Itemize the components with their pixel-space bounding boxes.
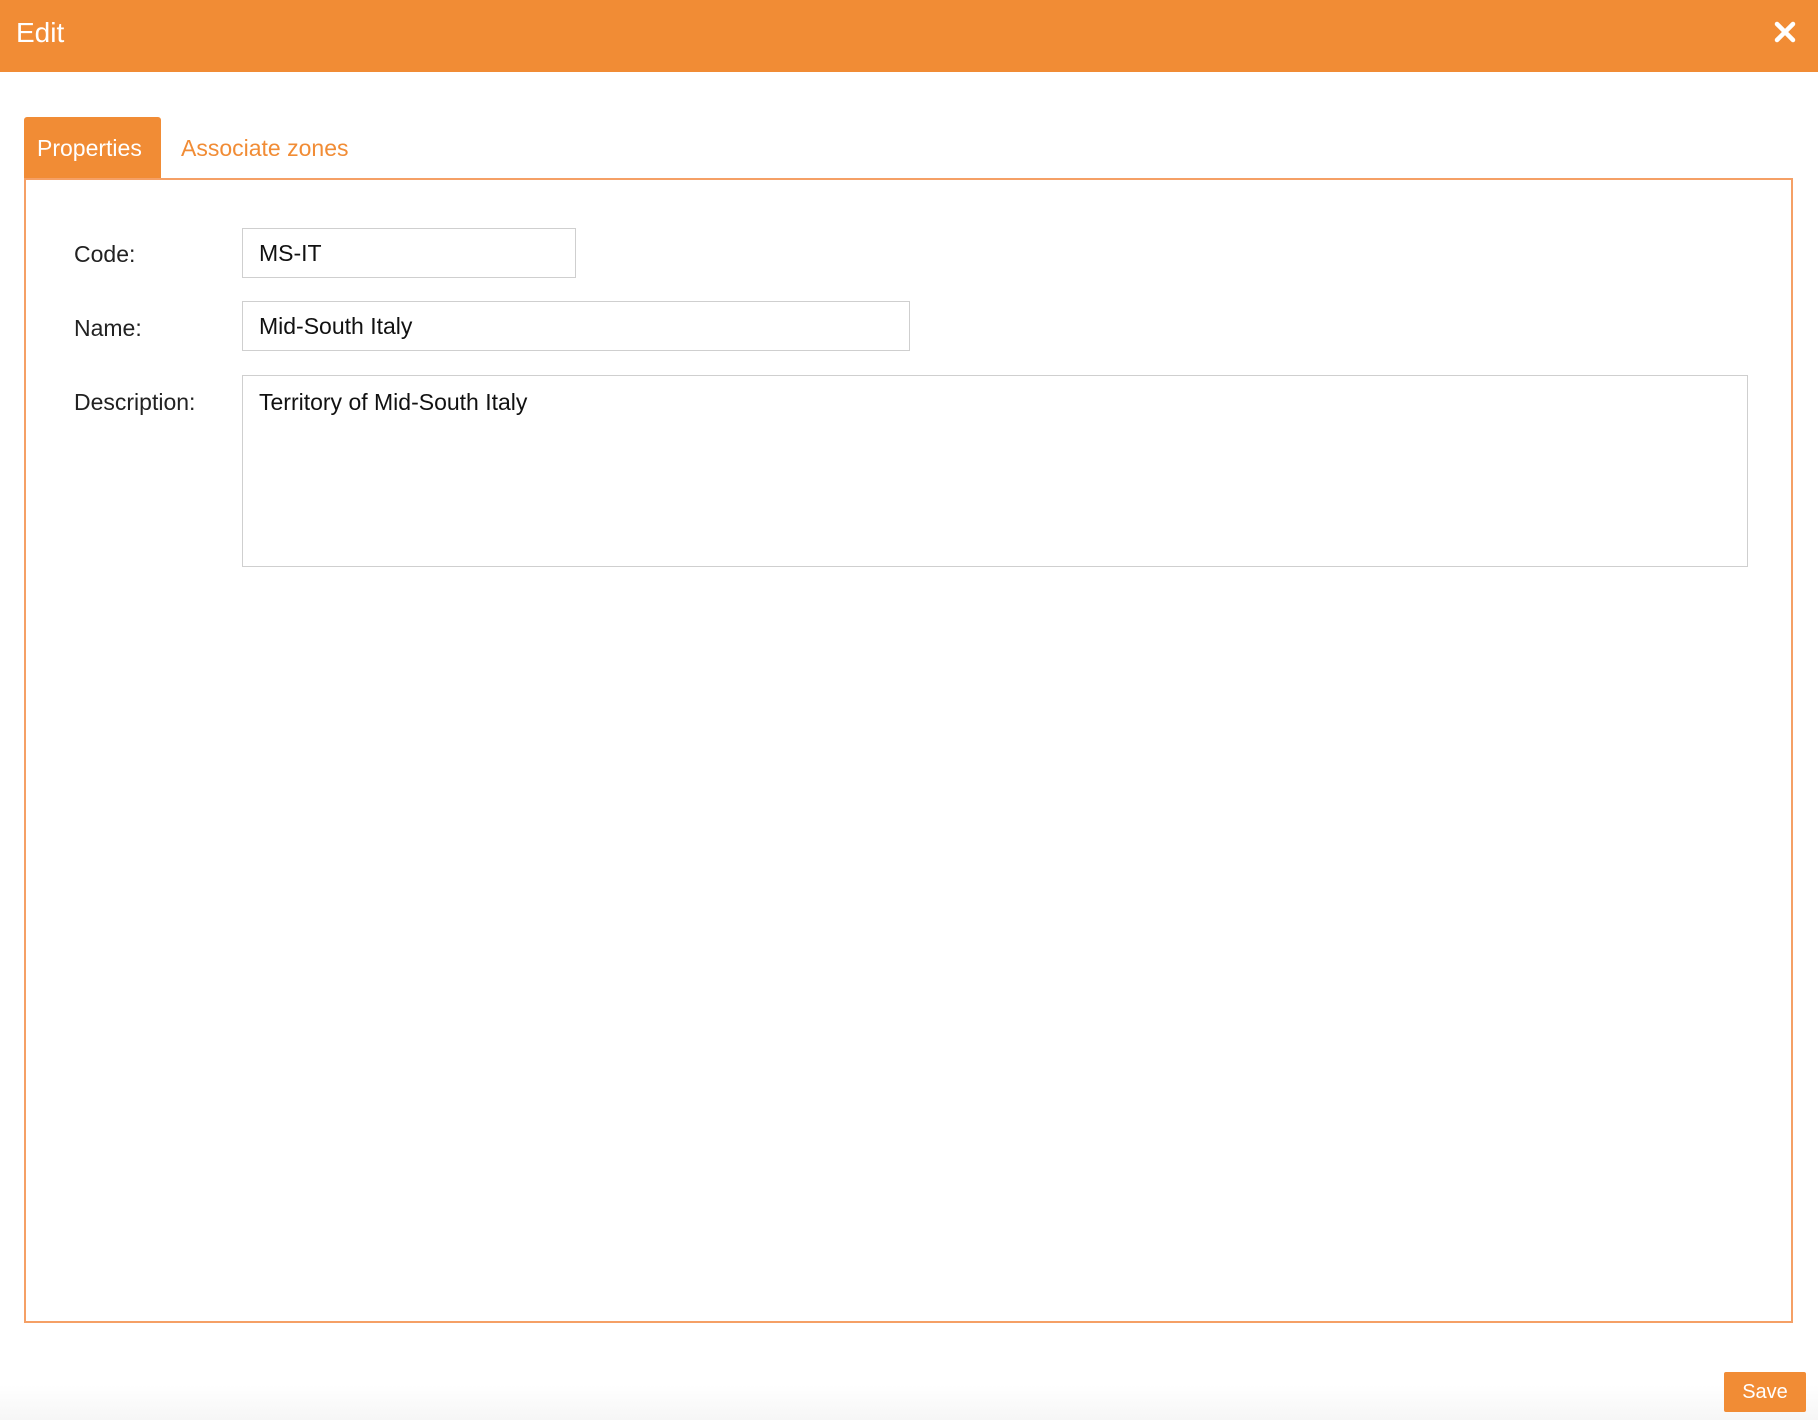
code-label: Code: — [74, 241, 136, 267]
code-input[interactable] — [242, 228, 576, 278]
edit-dialog: Edit Properties Associate zones Code: Na… — [0, 0, 1818, 1420]
description-textarea[interactable]: Territory of Mid-South Italy — [242, 375, 1748, 567]
save-button[interactable]: Save — [1724, 1372, 1806, 1412]
dialog-footer — [0, 1385, 1818, 1420]
properties-panel: Code: Name: Description: Territory of Mi… — [24, 178, 1793, 1323]
name-label: Name: — [74, 315, 142, 341]
name-input[interactable] — [242, 301, 910, 351]
dialog-titlebar: Edit — [0, 0, 1818, 72]
tab-properties[interactable]: Properties — [24, 117, 161, 179]
close-icon[interactable] — [1772, 19, 1798, 45]
description-label: Description: — [74, 389, 196, 415]
dialog-title: Edit — [16, 17, 65, 48]
tab-associate-zones[interactable]: Associate zones — [181, 117, 348, 179]
